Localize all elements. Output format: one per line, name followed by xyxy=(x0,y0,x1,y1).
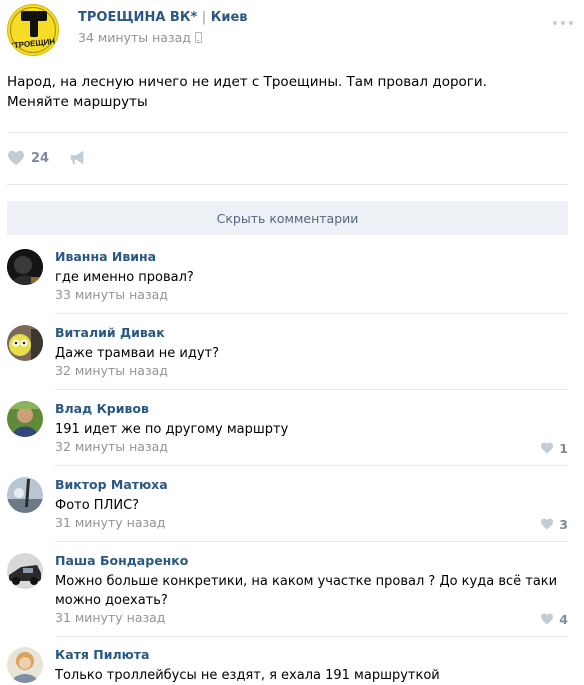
divider xyxy=(7,132,568,133)
comment-author[interactable]: Иванна Ивина xyxy=(55,249,156,264)
comment-time[interactable]: 32 минуты назад xyxy=(55,439,168,454)
logo-t-stem xyxy=(30,11,38,37)
comment-author[interactable]: Виктор Матюха xyxy=(55,477,168,492)
avatar[interactable] xyxy=(7,477,43,513)
comment-text: где именно провал? xyxy=(55,270,194,285)
post-actions: 24 xyxy=(7,148,207,168)
avatar-image xyxy=(7,401,43,437)
divider xyxy=(55,389,568,390)
hide-comments-button[interactable]: Скрыть комментарии xyxy=(7,201,568,235)
comment-author[interactable]: Паша Бондаренко xyxy=(55,553,188,568)
comment-time[interactable]: 31 минуту назад xyxy=(55,515,165,530)
comment-like-button[interactable]: 1 xyxy=(540,440,568,456)
divider xyxy=(55,636,568,637)
phone-icon xyxy=(194,32,202,43)
avatar-image xyxy=(7,325,43,361)
avatar-image xyxy=(7,477,43,513)
comment-like-count: 3 xyxy=(559,516,568,532)
comment-author[interactable]: Виталий Дивак xyxy=(55,325,165,340)
like-count: 24 xyxy=(31,150,50,166)
name-separator: | xyxy=(201,10,207,25)
comment-text: Только троллейбусы не ездят, я ехала 191… xyxy=(55,668,440,683)
comment-text: Даже трамваи не идут? xyxy=(55,346,220,361)
comment-text: 191 идет же по другому маршрту xyxy=(55,422,289,437)
avatar-image xyxy=(7,553,43,589)
group-avatar[interactable]: "ТРОЕЩИНА" xyxy=(7,4,59,56)
comment-time[interactable]: 32 минуты назад xyxy=(55,363,168,378)
comment-like-count: 4 xyxy=(559,611,568,627)
comment-text: Фото ПЛИС? xyxy=(55,498,140,513)
avatar-image xyxy=(7,249,43,285)
group-name-line[interactable]: ТРОЕЩИНА ВК* | Киев xyxy=(78,10,247,25)
comment-text: Можно больше конкретики, на каком участк… xyxy=(55,574,558,608)
avatar[interactable] xyxy=(7,553,43,589)
comment-like-button[interactable]: 3 xyxy=(540,516,568,532)
post-time[interactable]: 34 минуты назад xyxy=(78,30,191,45)
divider xyxy=(7,184,568,185)
avatar[interactable] xyxy=(7,325,43,361)
share-button[interactable] xyxy=(69,149,87,167)
divider xyxy=(55,541,568,542)
comment-time[interactable]: 31 минуту назад xyxy=(55,610,165,625)
post-header: "ТРОЕЩИНА" ТРОЕЩИНА ВК* | Киев 34 минуты… xyxy=(7,4,577,56)
group-city[interactable]: Киев xyxy=(211,10,248,25)
avatar[interactable] xyxy=(7,249,43,285)
megaphone-icon xyxy=(70,150,84,165)
avatar[interactable] xyxy=(7,401,43,437)
heart-icon xyxy=(541,518,554,530)
heart-icon xyxy=(541,442,554,454)
avatar-image xyxy=(7,647,43,683)
comment-author[interactable]: Влад Кривов xyxy=(55,401,149,416)
like-button[interactable]: 24 xyxy=(7,148,49,168)
comment-like-button[interactable]: 4 xyxy=(540,611,568,627)
comment-like-count: 1 xyxy=(559,440,568,456)
post-time-line: 34 минуты назад xyxy=(78,30,202,45)
group-name[interactable]: ТРОЕЩИНА ВК* xyxy=(78,10,197,25)
comment-author[interactable]: Катя Пилюта xyxy=(55,647,149,662)
divider xyxy=(55,313,568,314)
avatar[interactable] xyxy=(7,647,43,683)
comment-time[interactable]: 33 минуты назад xyxy=(55,287,168,302)
heart-icon xyxy=(541,613,554,625)
divider xyxy=(55,465,568,466)
post-text: Народ, на лесную ничего не идет с Троещи… xyxy=(7,74,487,110)
more-icon[interactable] xyxy=(553,18,577,28)
heart-icon xyxy=(8,150,24,166)
